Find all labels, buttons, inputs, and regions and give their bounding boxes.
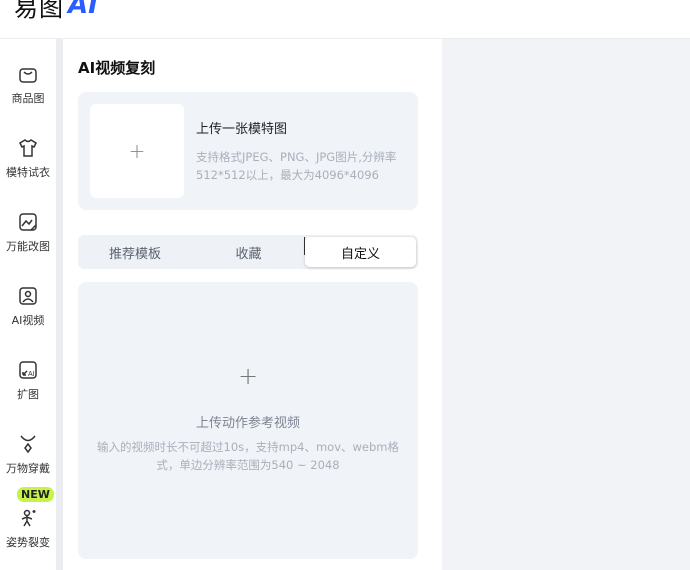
- image-edit-icon: [19, 213, 37, 231]
- pendant-icon: [20, 435, 36, 454]
- sidebar-item-label: 万能改图: [6, 240, 50, 253]
- video-icon: [19, 287, 37, 305]
- top-bar: 易图 AI: [0, 0, 690, 39]
- sidebar-item-product-image[interactable]: 商品图: [0, 63, 56, 123]
- sidebar-item-pose[interactable]: 姿势裂变: [0, 507, 56, 567]
- plus-icon: +: [237, 362, 259, 390]
- sidebar-item-label: 万物穿戴: [6, 462, 50, 475]
- logo-text: 易图: [14, 0, 64, 22]
- video-upload-title: 上传动作参考视频: [195, 416, 300, 431]
- template-tabs: 推荐模板 收藏 自定义: [78, 235, 418, 269]
- sidebar: 商品图 模特试衣 万能改图 AI视频 AI 扩图 万物穿戴 NEW 姿势裂变: [0, 39, 56, 570]
- shopping-bag-icon: [19, 68, 37, 83]
- pose-icon: [21, 509, 36, 527]
- logo-ai: AI: [68, 0, 98, 20]
- sidebar-item-label: 姿势裂变: [6, 536, 50, 549]
- sidebar-item-label: 商品图: [11, 92, 45, 105]
- sidebar-divider: [56, 39, 63, 570]
- app-logo[interactable]: 易图 AI: [14, 0, 98, 22]
- tshirt-icon: [19, 139, 37, 157]
- sidebar-item-image-edit[interactable]: 万能改图: [0, 211, 56, 271]
- page-title: AI视频复刻: [78, 59, 156, 77]
- model-upload-card: + 上传一张模特图 支持格式JPEG、PNG、JPG图片,分辨率512*512以…: [78, 92, 418, 210]
- sidebar-item-model-tryon[interactable]: 模特试衣: [0, 137, 56, 197]
- sidebar-item-wearables[interactable]: 万物穿戴: [0, 433, 56, 493]
- video-upload-area[interactable]: + 上传动作参考视频 输入的视频时长不可超过10s，支持mp4、mov、webm…: [78, 282, 418, 559]
- sidebar-item-label: 模特试衣: [6, 166, 50, 179]
- upload-description: 支持格式JPEG、PNG、JPG图片,分辨率512*512以上，最大为4096*…: [196, 150, 397, 182]
- tab-custom[interactable]: 自定义: [305, 237, 416, 267]
- preview-area: [442, 39, 690, 570]
- video-upload-description: 输入的视频时长不可超过10s，支持mp4、mov、webm格式，单边分辨率范围为…: [97, 440, 399, 472]
- svg-text:AI: AI: [28, 371, 35, 378]
- settings-panel: AI视频复刻 + 上传一张模特图 支持格式JPEG、PNG、JPG图片,分辨率5…: [63, 39, 442, 570]
- upload-title: 上传一张模特图: [196, 122, 288, 137]
- plus-icon: +: [128, 139, 146, 163]
- sidebar-item-expand[interactable]: AI 扩图: [0, 359, 56, 419]
- upload-model-button[interactable]: +: [90, 104, 184, 198]
- sidebar-item-label: 扩图: [17, 388, 39, 401]
- expand-image-icon: AI: [19, 361, 37, 379]
- new-badge: NEW: [17, 487, 54, 502]
- tab-recommended[interactable]: 推荐模板: [78, 235, 192, 269]
- sidebar-item-ai-video[interactable]: AI视频: [0, 285, 56, 345]
- tab-favorites[interactable]: 收藏: [192, 235, 305, 269]
- sidebar-item-label: AI视频: [11, 314, 45, 327]
